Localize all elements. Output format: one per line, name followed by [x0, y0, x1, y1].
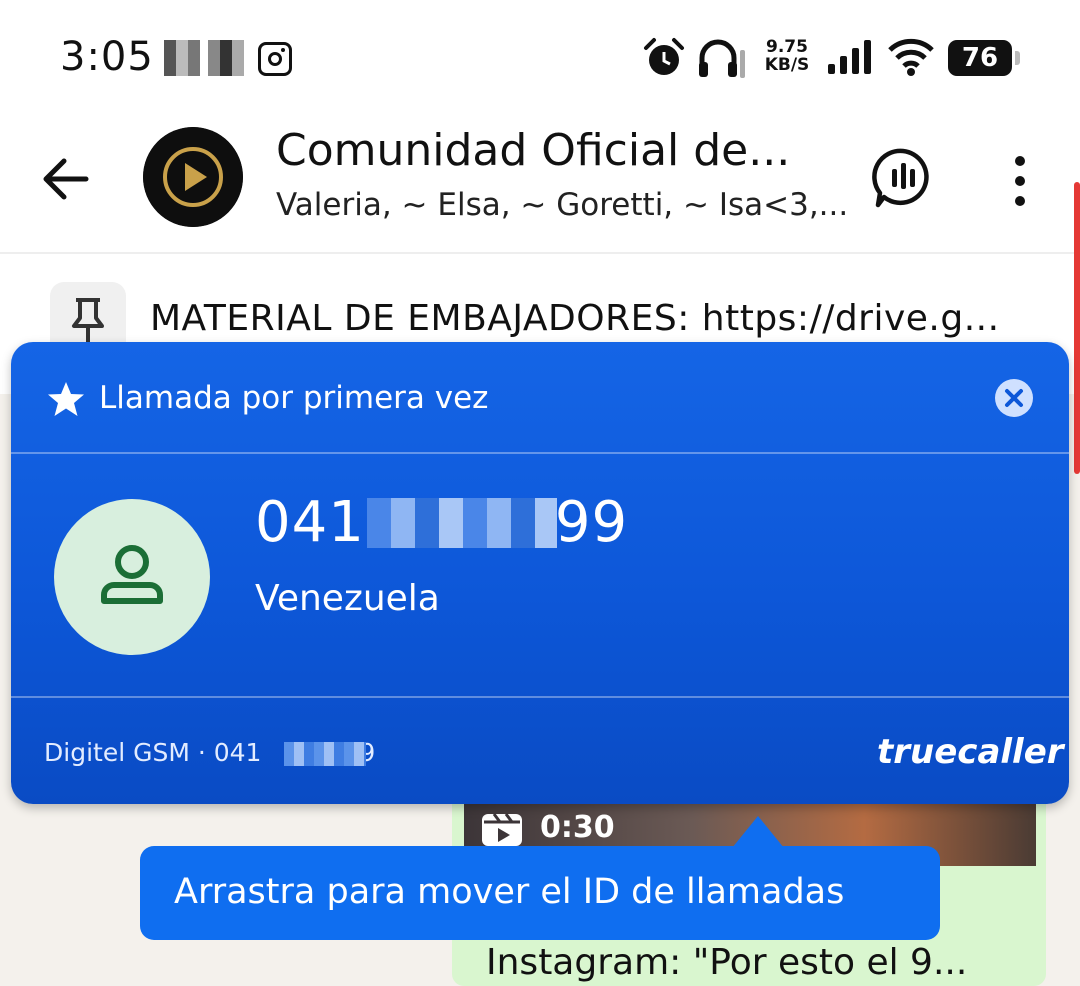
- redacted-digits: [284, 742, 366, 766]
- chat-participants[interactable]: Valeria, ~ Elsa, ~ Goretti, ~ Isa<3,...: [276, 187, 848, 223]
- headphones-icon: [699, 39, 745, 78]
- close-x-glyph: [1005, 389, 1023, 407]
- drag-hint-tooltip[interactable]: Arrastra para mover el ID de llamadas: [140, 846, 940, 940]
- wifi-icon: [888, 38, 934, 76]
- star-icon: [48, 382, 84, 416]
- caller-id-card[interactable]: Llamada por primera vez 041 99 Venezuela …: [11, 342, 1069, 804]
- battery-indicator: 76: [948, 40, 1020, 76]
- caller-country: Venezuela: [255, 578, 440, 619]
- tooltip-arrow: [732, 816, 784, 848]
- caller-avatar: [54, 499, 210, 655]
- close-icon[interactable]: [995, 379, 1033, 417]
- instagram-icon: [258, 42, 292, 76]
- scroll-indicator: [1074, 182, 1080, 474]
- first-call-label: Llamada por primera vez: [99, 380, 489, 416]
- status-bar: 3:05 9.75 KB/S 76: [0, 0, 1080, 115]
- divider: [11, 696, 1069, 698]
- group-avatar[interactable]: [143, 127, 243, 227]
- divider: [11, 452, 1069, 454]
- voice-chat-icon[interactable]: [870, 145, 936, 211]
- number-prefix: 041: [255, 490, 365, 555]
- video-duration: 0:30: [540, 810, 615, 845]
- more-options-icon[interactable]: [1000, 151, 1040, 211]
- pinned-message-text: MATERIAL DE EMBAJADORES: https://drive.g…: [150, 298, 1000, 339]
- number-suffix: 99: [554, 490, 629, 555]
- chat-header: Comunidad Oficial de... Valeria, ~ Elsa,…: [0, 115, 1080, 254]
- notification-icon: [164, 40, 200, 76]
- speed-unit: KB/S: [764, 55, 810, 75]
- signal-icon: [828, 40, 871, 74]
- redacted-digits: [367, 498, 557, 548]
- speed-value: 9.75: [766, 37, 808, 57]
- status-time: 3:05: [60, 34, 154, 80]
- network-speed: 9.75 KB/S: [762, 38, 812, 74]
- person-icon: [101, 545, 163, 604]
- tooltip-text: Arrastra para mover el ID de llamadas: [174, 872, 845, 912]
- back-arrow-icon[interactable]: [36, 149, 96, 209]
- message-text: Instagram: "Por esto el 9...: [486, 942, 968, 983]
- chat-title[interactable]: Comunidad Oficial de...: [276, 125, 790, 176]
- carrier-text: Digitel GSM · 041: [44, 738, 262, 767]
- truecaller-logo: truecaller: [877, 732, 1064, 772]
- video-reel-icon: [482, 813, 522, 846]
- alarm-icon: [644, 38, 684, 75]
- notification-icon: [208, 40, 244, 76]
